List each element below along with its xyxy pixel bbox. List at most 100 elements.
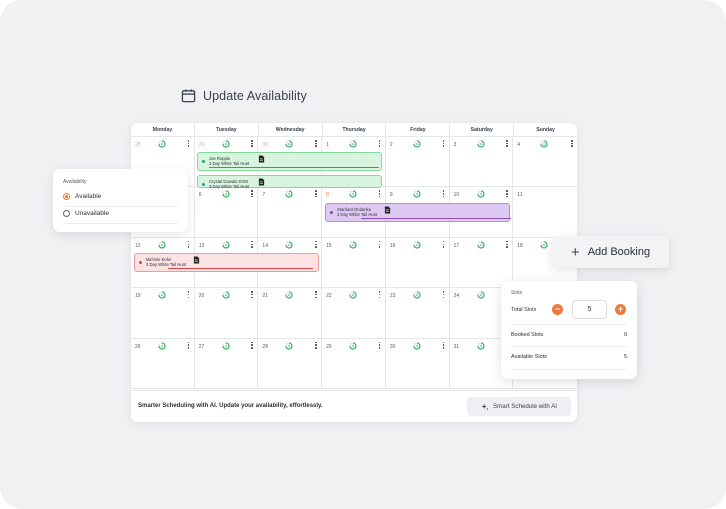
slots-label: Slots bbox=[511, 290, 523, 296]
more-options-icon[interactable] bbox=[187, 291, 190, 299]
day-number: 29 bbox=[326, 343, 332, 350]
more-options-icon[interactable] bbox=[570, 140, 573, 147]
progress-ring-icon bbox=[476, 291, 485, 299]
calendar-footer: Smarter Scheduling with AI. Update your … bbox=[131, 390, 577, 422]
calendar-day-cell[interactable]: 28 bbox=[258, 338, 323, 389]
document-icon bbox=[258, 155, 265, 163]
more-options-icon[interactable] bbox=[251, 291, 253, 299]
status-dot bbox=[139, 261, 142, 264]
day-number: 21 bbox=[262, 293, 268, 300]
booking-event[interactable]: Crystal Gowalo DVM 3 Day White Tail Hunt bbox=[197, 175, 382, 189]
calendar-day-cell[interactable]: 22 bbox=[322, 288, 386, 339]
more-options-icon[interactable] bbox=[315, 291, 317, 299]
calendar-day-cell[interactable]: 7 bbox=[258, 187, 323, 238]
decrement-button[interactable]: − bbox=[552, 304, 563, 315]
more-options-icon[interactable] bbox=[442, 291, 445, 299]
progress-ring-icon bbox=[540, 241, 548, 249]
booked-slots-value: 0 bbox=[623, 332, 627, 338]
status-dot bbox=[202, 183, 205, 186]
progress-ring-icon bbox=[285, 190, 294, 198]
day-number: 16 bbox=[389, 242, 396, 249]
more-options-icon[interactable] bbox=[251, 140, 253, 147]
calendar-day-cell[interactable]: 27 bbox=[194, 338, 259, 389]
calendar-day-cell[interactable]: 15 bbox=[322, 237, 386, 289]
calendar-day-cell[interactable]: 6 bbox=[194, 187, 259, 238]
booking-package: 3 Day White Tail Hunt bbox=[337, 212, 378, 218]
more-options-icon[interactable] bbox=[251, 341, 253, 349]
more-options-icon[interactable] bbox=[315, 341, 317, 349]
more-options-icon[interactable] bbox=[315, 190, 317, 198]
available-slots-value: 5 bbox=[623, 354, 627, 360]
progress-ring-icon bbox=[413, 190, 421, 198]
add-booking-button[interactable]: + Add Booking bbox=[552, 236, 669, 268]
progress-ring-icon bbox=[158, 291, 166, 299]
available-slots-label: Available Slots bbox=[511, 354, 547, 360]
document-icon bbox=[193, 256, 200, 264]
more-options-icon[interactable] bbox=[442, 140, 445, 147]
more-options-icon[interactable] bbox=[187, 341, 190, 349]
day-number: 19 bbox=[135, 293, 141, 300]
more-options-icon[interactable] bbox=[251, 190, 253, 198]
calendar-day-cell[interactable]: 21 bbox=[258, 288, 323, 339]
more-options-icon[interactable] bbox=[378, 240, 381, 248]
booking-progress-bar bbox=[209, 166, 379, 168]
progress-ring-icon bbox=[540, 140, 548, 148]
more-options-icon[interactable] bbox=[442, 240, 445, 248]
day-number: 4 bbox=[517, 142, 521, 148]
progress-ring-icon bbox=[158, 241, 166, 249]
smart-schedule-button[interactable]: Smart Schedule with AI bbox=[467, 397, 571, 416]
divider bbox=[63, 223, 178, 224]
calendar-day-cell[interactable]: 30 bbox=[385, 338, 450, 389]
availability-label: Availability bbox=[63, 179, 87, 185]
weekday-label: Monday bbox=[131, 123, 195, 136]
more-options-icon[interactable] bbox=[315, 240, 317, 248]
calendar-day-cell[interactable]: 4 bbox=[513, 137, 577, 188]
more-options-icon[interactable] bbox=[506, 240, 508, 248]
more-options-icon[interactable] bbox=[506, 140, 508, 147]
day-number: 2 bbox=[389, 142, 393, 148]
calendar-day-cell[interactable]: 17 bbox=[449, 237, 514, 289]
progress-ring-icon bbox=[476, 140, 485, 148]
progress-ring-icon bbox=[476, 190, 485, 198]
radio-selected[interactable] bbox=[63, 193, 70, 200]
day-number: 11 bbox=[517, 192, 523, 199]
more-options-icon[interactable] bbox=[378, 341, 381, 349]
calendar-day-cell[interactable]: 26 bbox=[131, 338, 195, 389]
booking-event[interactable]: Joe Ropple 3 Day White Tail Hunt bbox=[197, 152, 382, 171]
day-number: 27 bbox=[198, 343, 205, 350]
add-booking-label: Add Booking bbox=[587, 246, 651, 258]
progress-ring-icon bbox=[349, 190, 357, 198]
calendar-day-cell[interactable]: 16 bbox=[385, 237, 450, 289]
increment-button[interactable]: + bbox=[615, 304, 626, 315]
radio-unselected[interactable] bbox=[63, 210, 70, 217]
total-slots-label: Total Slots bbox=[511, 307, 537, 313]
calendar-day-cell[interactable]: 19 bbox=[131, 288, 195, 339]
calendar-day-cell[interactable]: 11 bbox=[513, 187, 577, 238]
total-slots-input[interactable]: 5 bbox=[572, 300, 607, 319]
slots-card: Slots Total Slots − 5 + Booked Slots 0 A… bbox=[501, 281, 637, 379]
calendar-day-cell[interactable]: 29 bbox=[322, 338, 386, 389]
calendar-day-cell[interactable]: 20 bbox=[194, 288, 259, 339]
booking-event[interactable]: Stanford Ondorika 3 Day White Tail Hunt bbox=[325, 203, 511, 222]
availability-option-available[interactable]: Available bbox=[63, 193, 101, 200]
more-options-icon[interactable] bbox=[187, 140, 190, 147]
day-number: 30 bbox=[262, 142, 268, 148]
calendar-day-cell[interactable]: 23 bbox=[385, 288, 450, 339]
more-options-icon[interactable] bbox=[378, 291, 381, 299]
document-icon bbox=[384, 206, 391, 214]
more-options-icon[interactable] bbox=[187, 240, 190, 248]
calendar-day-cell[interactable]: 3 bbox=[449, 137, 514, 188]
more-options-icon[interactable] bbox=[378, 190, 381, 198]
more-options-icon[interactable] bbox=[442, 190, 445, 198]
more-options-icon[interactable] bbox=[378, 140, 381, 147]
availability-option-unavailable[interactable]: Unavailable bbox=[63, 210, 109, 217]
more-options-icon[interactable] bbox=[506, 190, 508, 198]
more-options-icon[interactable] bbox=[251, 240, 253, 248]
total-slots-stepper: − 5 + bbox=[552, 300, 628, 319]
more-options-icon[interactable] bbox=[315, 140, 317, 147]
booking-event[interactable]: Michele Kohn 3 Day White Tail Hunt bbox=[134, 253, 319, 272]
more-options-icon[interactable] bbox=[442, 341, 445, 349]
calendar-day-cell[interactable]: 2 bbox=[385, 137, 450, 188]
day-number: 28 bbox=[135, 142, 141, 148]
day-number: 6 bbox=[198, 192, 202, 199]
